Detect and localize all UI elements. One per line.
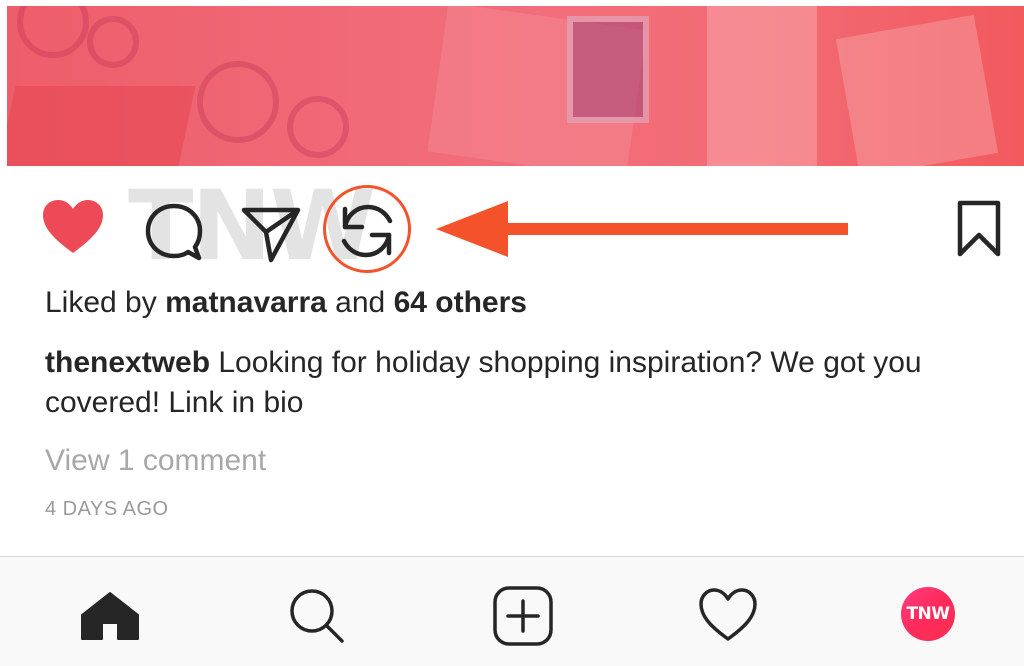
likes-count[interactable]: 64 others	[394, 286, 527, 319]
photo-pattern	[835, 14, 999, 166]
share-button[interactable]	[240, 202, 302, 269]
post-timestamp: 4 DAYS AGO	[45, 498, 169, 520]
activity-heart-icon	[699, 588, 757, 641]
save-button[interactable]	[956, 200, 1002, 263]
heart-filled-icon	[43, 200, 103, 253]
paper-plane-icon	[241, 207, 301, 263]
left-arrow-icon	[436, 201, 848, 257]
view-comments-link[interactable]: View 1 comment	[45, 443, 995, 479]
tab-home[interactable]	[80, 591, 140, 646]
photo-pattern	[17, 6, 89, 58]
comment-bubble-icon	[145, 203, 203, 261]
bottom-tab-bar: TNW	[0, 556, 1024, 666]
likes-summary[interactable]: Liked by matnavarra and 64 others	[45, 285, 995, 321]
tab-activity[interactable]	[698, 587, 758, 648]
photo-pattern	[7, 86, 196, 166]
post-caption: thenextweb Looking for holiday shopping …	[45, 343, 985, 423]
home-icon	[81, 592, 139, 640]
repost-cycle-icon	[341, 204, 393, 258]
post-meta: Liked by matnavarra and 64 others thenex…	[45, 285, 995, 521]
photo-pattern	[87, 16, 139, 68]
add-post-icon	[493, 586, 553, 646]
annotation-arrow	[436, 201, 852, 262]
post-photo[interactable]	[7, 6, 1024, 166]
liker-username[interactable]: matnavarra	[165, 286, 327, 319]
tab-profile-avatar[interactable]: TNW	[901, 587, 955, 641]
instagram-post-frame: TNW Liked by matnavarra and 64 others th…	[0, 0, 1024, 666]
likes-prefix: Liked by	[45, 286, 166, 319]
search-icon	[290, 589, 344, 643]
photo-pattern	[567, 16, 649, 123]
likes-middle: and	[326, 286, 394, 319]
photo-pattern	[707, 6, 817, 166]
post-action-bar: TNW	[0, 166, 1024, 276]
tab-search[interactable]	[286, 585, 346, 650]
photo-pattern	[287, 96, 349, 158]
caption-username[interactable]: thenextweb	[45, 346, 210, 379]
avatar-logo-text: TNW	[906, 604, 950, 624]
photo-pattern	[197, 61, 279, 143]
repost-button[interactable]	[335, 199, 399, 268]
comment-button[interactable]	[143, 202, 205, 269]
like-button[interactable]	[42, 199, 104, 260]
tab-new-post[interactable]	[492, 585, 554, 652]
bookmark-icon	[957, 200, 1001, 257]
